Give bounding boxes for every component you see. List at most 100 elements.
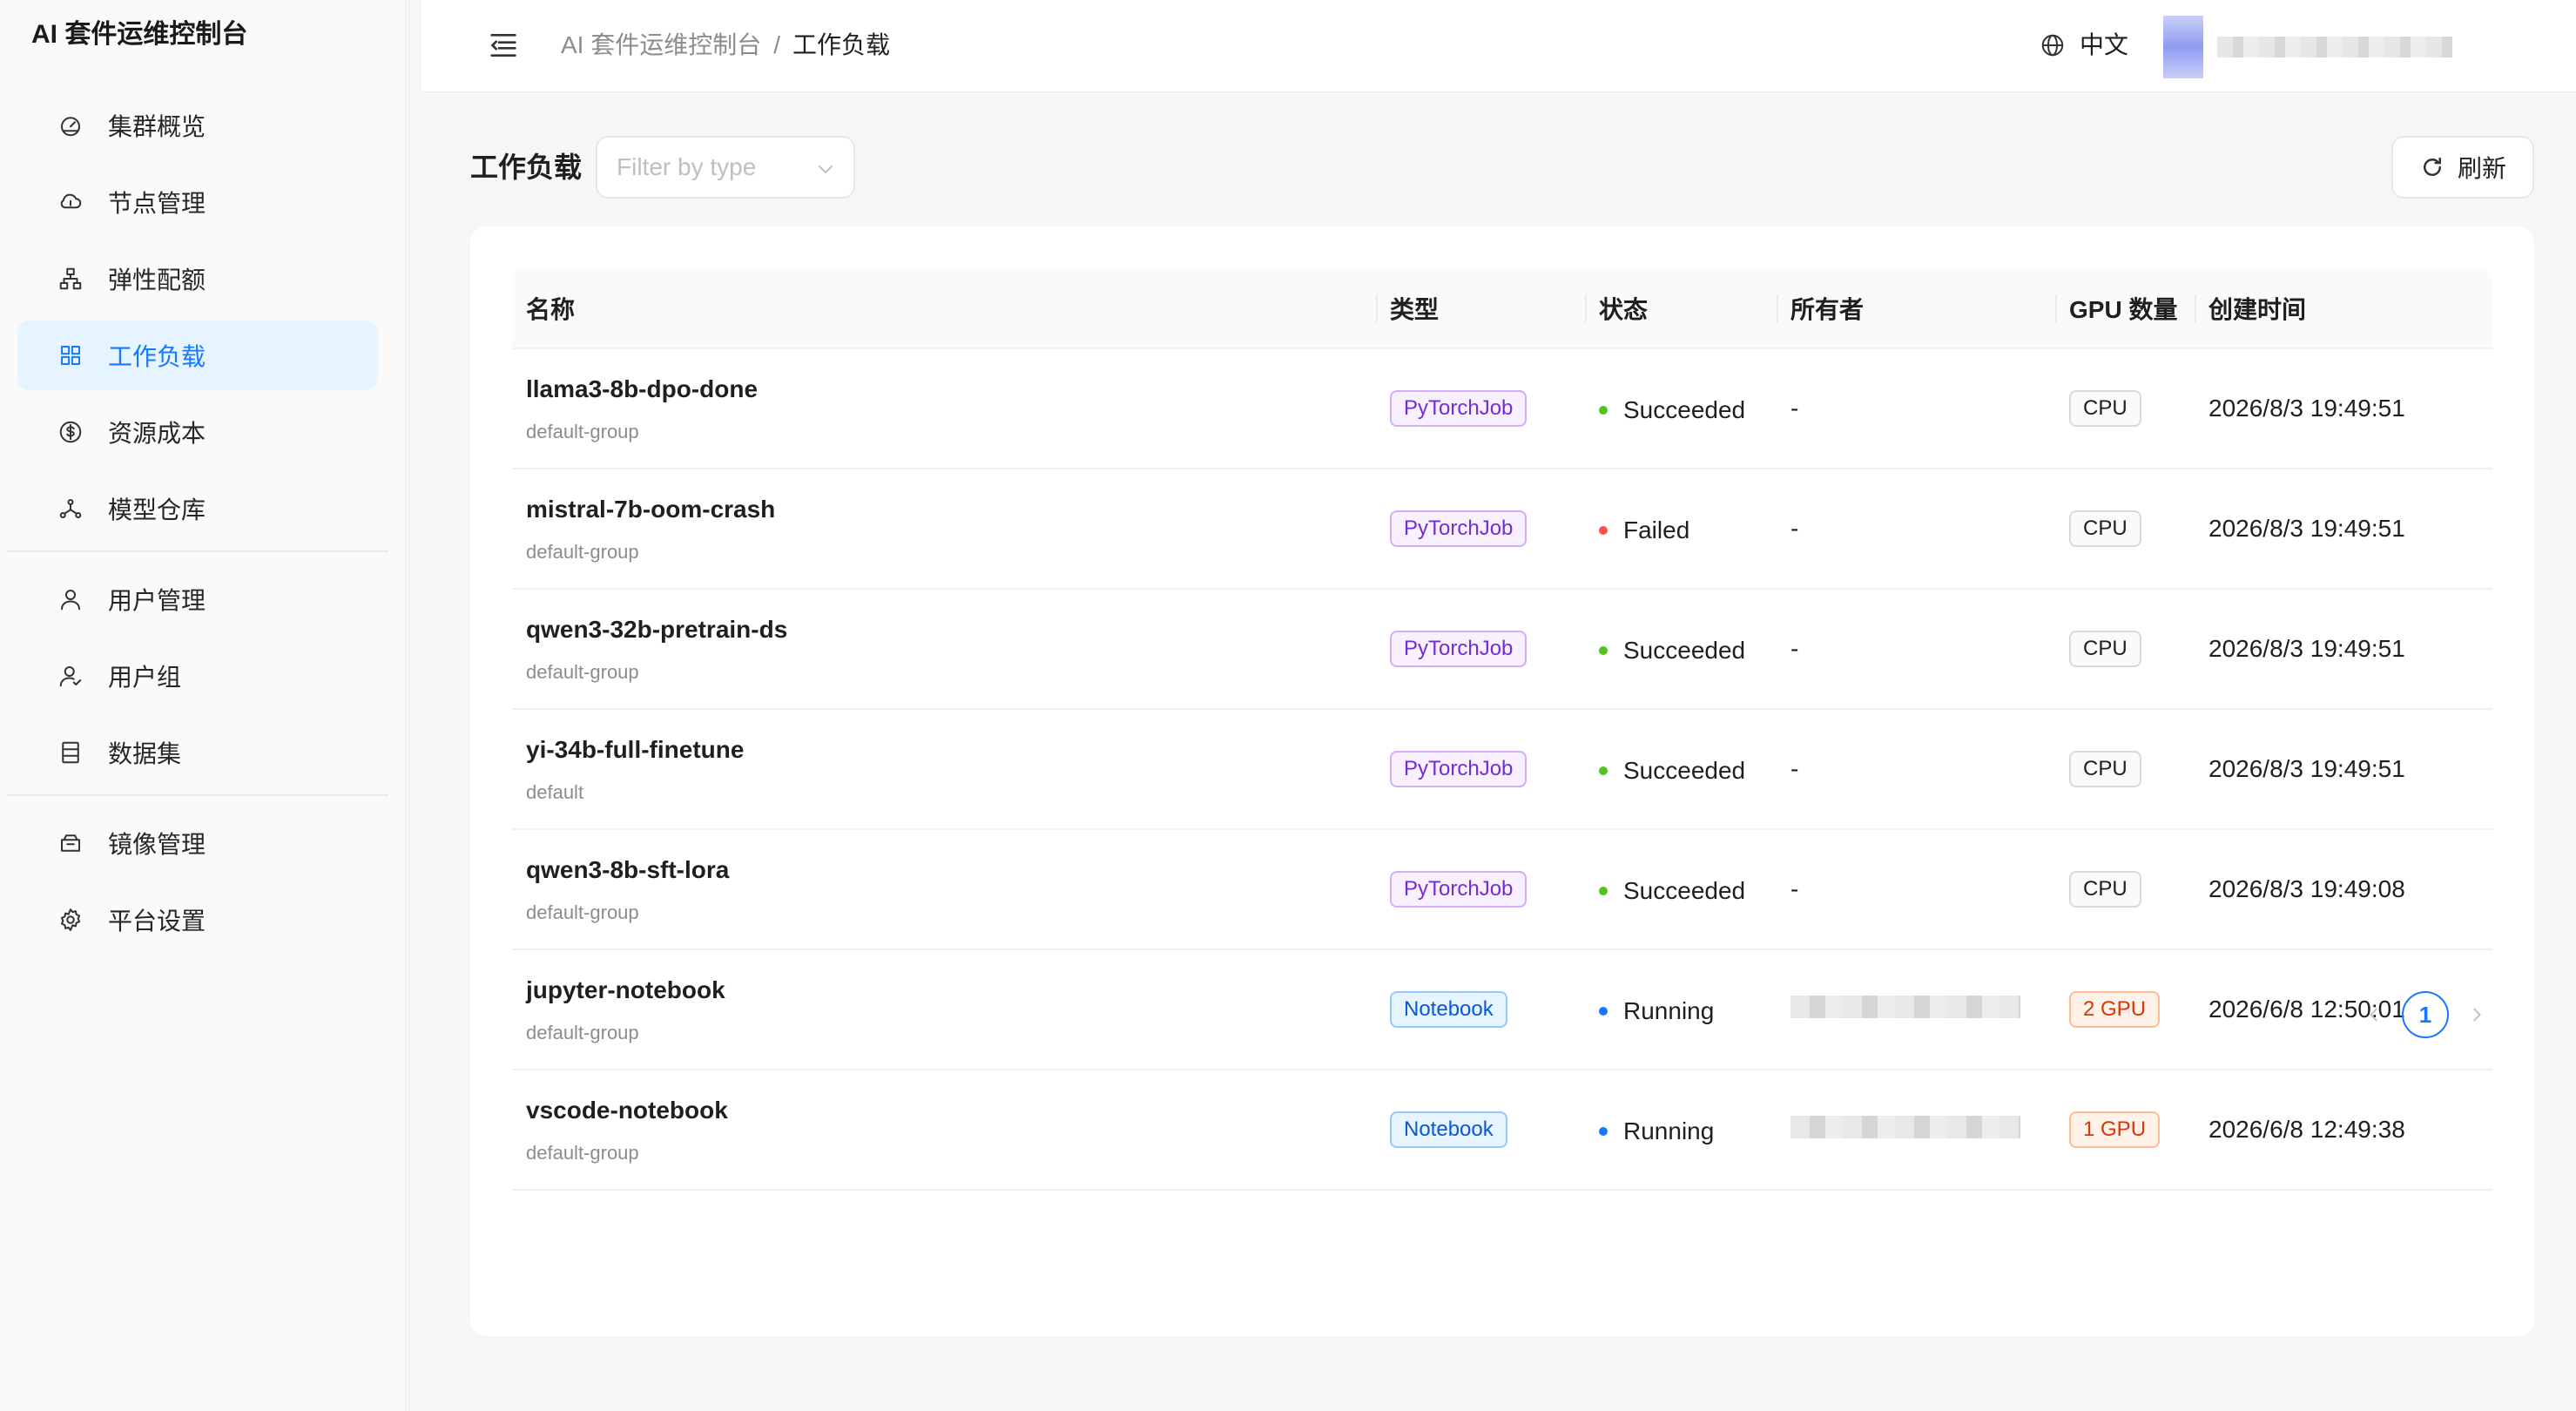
- pagination: 1: [2357, 991, 2494, 1038]
- status-badge: Running: [1599, 997, 1714, 1025]
- chevron-right-icon: [2473, 1008, 2481, 1022]
- workload-name-link[interactable]: mistral-7b-oom-crash: [526, 492, 1376, 527]
- sidebar-item-label: 弹性配额: [108, 267, 206, 294]
- owner-value: -: [1790, 875, 1799, 902]
- sidebar-item-user-group[interactable]: 用户组: [17, 641, 378, 711]
- workload-group: default-group: [526, 541, 639, 563]
- status-badge: Succeeded: [1599, 396, 1745, 424]
- sidebar-item-gear[interactable]: 平台设置: [17, 885, 378, 955]
- globe-icon: [2041, 34, 2064, 57]
- language-switcher[interactable]: 中文: [2040, 26, 2128, 64]
- cell-name: vscode-notebook default-group: [512, 1070, 1376, 1191]
- refresh-icon: [2424, 157, 2441, 176]
- column-header-type: 类型: [1376, 268, 1585, 349]
- user-group-icon: [57, 663, 84, 689]
- status-dot: [1599, 766, 1608, 775]
- sidebar-divider: [7, 794, 388, 796]
- filter-placeholder: Filter by type: [617, 153, 757, 180]
- username-redacted[interactable]: [2217, 37, 2452, 57]
- next-page-button[interactable]: [2459, 997, 2494, 1032]
- workload-name-link[interactable]: qwen3-8b-sft-lora: [526, 853, 1376, 888]
- type-tag: PyTorchJob: [1390, 390, 1527, 427]
- chevron-left-icon: [2370, 1008, 2377, 1022]
- workload-name-link[interactable]: qwen3-32b-pretrain-ds: [526, 612, 1376, 647]
- table-row[interactable]: jupyter-notebook default-group Notebook Run…: [512, 949, 2492, 1070]
- refresh-button[interactable]: 刷新: [2391, 136, 2534, 199]
- cell-type: PyTorchJob: [1376, 348, 1585, 469]
- breadcrumb: AI 套件运维控制台 / 工作负载: [561, 26, 890, 64]
- box-icon: [57, 830, 84, 856]
- menu-fold-icon[interactable]: [486, 28, 521, 63]
- owner-value: -: [1790, 515, 1799, 542]
- status-text: Succeeded: [1623, 637, 1746, 664]
- cloud-icon: [57, 189, 84, 215]
- app-title: AI 套件运维控制台: [31, 20, 248, 49]
- sidebar-item-dollar[interactable]: 资源成本: [17, 397, 378, 467]
- cell-gpu: 1 GPU: [2055, 1070, 2195, 1191]
- sidebar-item-dashboard[interactable]: 集群概览: [17, 91, 378, 160]
- breadcrumb-item-console[interactable]: AI 套件运维控制台: [561, 31, 761, 58]
- type-filter-select[interactable]: Filter by type: [596, 136, 855, 199]
- gpu-count-tag: CPU: [2069, 871, 2141, 908]
- sidebar-item-label: 节点管理: [108, 190, 206, 217]
- cell-name: llama3-8b-dpo-done default-group: [512, 348, 1376, 469]
- page-1-button[interactable]: 1: [2402, 991, 2449, 1038]
- status-dot: [1599, 406, 1608, 415]
- cell-gpu: CPU: [2055, 589, 2195, 710]
- cell-gpu: 2 GPU: [2055, 949, 2195, 1070]
- breadcrumb-separator: /: [773, 31, 781, 58]
- table-row[interactable]: mistral-7b-oom-crash default-group PyTorch…: [512, 469, 2492, 590]
- sidebar-item-cloud[interactable]: 节点管理: [17, 167, 378, 237]
- gpu-count-tag: CPU: [2069, 390, 2141, 427]
- status-text: Failed: [1623, 516, 1690, 543]
- workload-name-link[interactable]: jupyter-notebook: [526, 973, 1376, 1008]
- workload-name-link[interactable]: vscode-notebook: [526, 1093, 1376, 1128]
- dashboard-icon: [57, 112, 84, 138]
- database-icon: [57, 739, 84, 766]
- workload-name-link[interactable]: llama3-8b-dpo-done: [526, 372, 1376, 407]
- cell-created: 2026/8/3 19:49:51: [2195, 469, 2492, 590]
- sidebar-item-network[interactable]: 模型仓库: [17, 474, 378, 543]
- cell-gpu: CPU: [2055, 829, 2195, 950]
- workload-card: 名称 类型 状态 所有者 GPU 数量 创建时间 llama3-8b-dpo-d…: [470, 226, 2534, 1336]
- column-header-gpu: GPU 数量: [2055, 268, 2195, 349]
- sidebar-item-box[interactable]: 镜像管理: [17, 808, 378, 878]
- table-row[interactable]: qwen3-8b-sft-lora default-group PyTorchJob…: [512, 829, 2492, 950]
- cell-owner: [1777, 949, 2055, 1070]
- sidebar-item-user[interactable]: 用户管理: [17, 564, 378, 634]
- sidebar-item-label: 模型仓库: [108, 496, 206, 523]
- grid-icon: [57, 342, 84, 368]
- avatar[interactable]: [2163, 16, 2203, 78]
- column-header-name: 名称: [512, 268, 1376, 349]
- gpu-count-tag: CPU: [2069, 751, 2141, 787]
- cell-gpu: CPU: [2055, 348, 2195, 469]
- cell-status: Succeeded: [1585, 829, 1777, 950]
- table-row[interactable]: yi-34b-full-finetune default PyTorchJob Suc…: [512, 709, 2492, 830]
- sidebar: AI 套件运维控制台 集群概览节点管理弹性配额工作负载资源成本模型仓库用户管理用…: [0, 0, 406, 1411]
- cell-owner: -: [1777, 348, 2055, 469]
- sidebar-item-hierarchy[interactable]: 弹性配额: [17, 244, 378, 314]
- status-text: Succeeded: [1623, 396, 1746, 423]
- dollar-icon: [57, 419, 84, 445]
- cell-created: 2026/8/3 19:49:08: [2195, 829, 2492, 950]
- table-row[interactable]: vscode-notebook default-group Notebook Runn…: [512, 1070, 2492, 1191]
- cell-name: yi-34b-full-finetune default: [512, 709, 1376, 830]
- cell-gpu: CPU: [2055, 469, 2195, 590]
- cell-type: PyTorchJob: [1376, 829, 1585, 950]
- type-tag: PyTorchJob: [1390, 510, 1527, 547]
- table-row[interactable]: llama3-8b-dpo-done default-group PyTorchJo…: [512, 348, 2492, 469]
- sidebar-item-database[interactable]: 数据集: [17, 718, 378, 787]
- user-icon: [57, 586, 84, 612]
- type-tag: Notebook: [1390, 991, 1507, 1028]
- sidebar-item-label: 数据集: [108, 740, 182, 767]
- workload-name-link[interactable]: yi-34b-full-finetune: [526, 733, 1376, 767]
- cell-type: PyTorchJob: [1376, 589, 1585, 710]
- prev-page-button[interactable]: [2357, 997, 2391, 1032]
- table-row[interactable]: qwen3-32b-pretrain-ds default-group PyTorc…: [512, 589, 2492, 710]
- sidebar-item-grid[interactable]: 工作负载: [17, 321, 378, 390]
- owner-redacted: [1790, 1115, 2020, 1138]
- status-dot: [1599, 1007, 1608, 1016]
- sidebar-nav: 集群概览节点管理弹性配额工作负载资源成本模型仓库用户管理 用户组数据集镜像管理 平台…: [0, 91, 406, 962]
- gear-icon: [57, 907, 84, 933]
- owner-value: -: [1790, 755, 1799, 782]
